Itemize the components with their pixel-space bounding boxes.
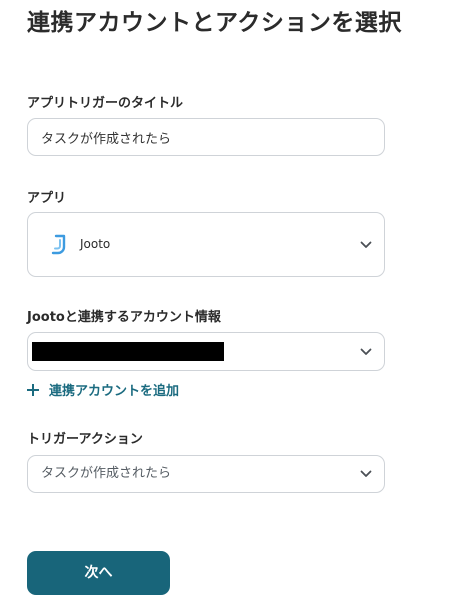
- next-button[interactable]: 次へ: [27, 551, 170, 595]
- chevron-down-icon: [360, 241, 372, 248]
- app-name: Jooto: [80, 237, 111, 251]
- trigger-action-value: タスクが作成されたら: [41, 466, 172, 481]
- plus-icon: [27, 383, 39, 396]
- trigger-title-label: アプリトリガーのタイトル: [27, 96, 184, 111]
- trigger-action-label: トリガーアクション: [27, 432, 143, 447]
- jooto-logo-icon: [51, 234, 66, 255]
- app-select[interactable]: Jooto: [27, 212, 385, 277]
- trigger-title-input[interactable]: [27, 118, 385, 156]
- chevron-down-icon: [360, 470, 372, 477]
- add-account-label: 連携アカウントを追加: [49, 384, 180, 399]
- page-title: 連携アカウントとアクションを選択: [27, 10, 402, 36]
- app-label: アプリ: [27, 191, 67, 206]
- redacted-account-value: [32, 342, 224, 361]
- chevron-down-icon: [360, 348, 372, 355]
- account-select[interactable]: [27, 332, 385, 371]
- trigger-action-select[interactable]: タスクが作成されたら: [27, 455, 385, 493]
- account-label: Jootoと連携するアカウント情報: [27, 310, 221, 325]
- add-account-link[interactable]: 連携アカウントを追加: [27, 380, 179, 399]
